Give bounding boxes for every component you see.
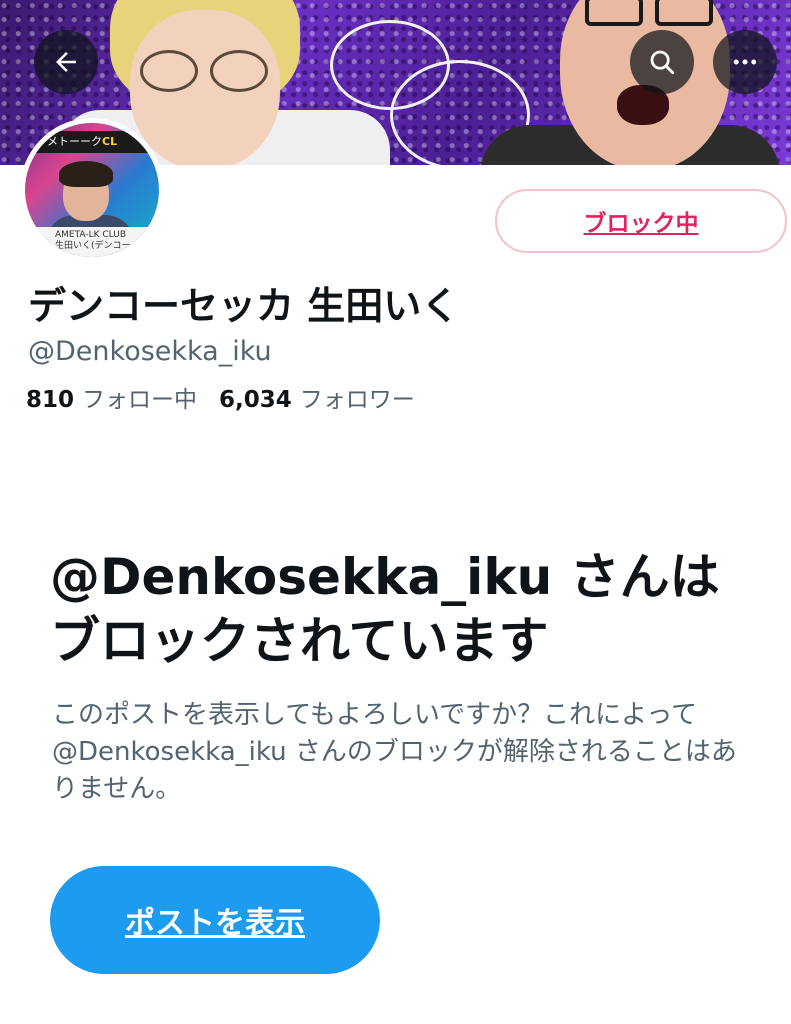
back-button[interactable] xyxy=(34,30,98,94)
blocked-button[interactable]: ブロック中 xyxy=(495,189,787,253)
following-count: 810 xyxy=(26,387,75,413)
avatar-ticker: メトーークCL xyxy=(25,131,159,153)
banner-glasses-left-2 xyxy=(585,0,643,26)
banner-glasses-right xyxy=(210,50,268,92)
following-link[interactable]: 810 フォロー中 xyxy=(26,380,197,414)
more-button[interactable] xyxy=(713,30,777,94)
user-handle: @Denkosekka_iku xyxy=(28,336,272,367)
followers-count: 6,034 xyxy=(219,387,292,413)
arrow-left-icon xyxy=(56,52,76,72)
more-horizontal-icon xyxy=(733,59,757,65)
search-button[interactable] xyxy=(630,30,694,94)
avatar[interactable]: メトーークCL AMETA-LK CLUB 生田いく(デンコー xyxy=(20,118,164,262)
followers-label: フォロワー xyxy=(299,387,415,413)
avatar-figure-hair xyxy=(59,161,113,187)
profile-page: メトーークCL AMETA-LK CLUB 生田いく(デンコー ブロック中 デン… xyxy=(0,0,791,1024)
show-posts-button[interactable]: ポストを表示 xyxy=(50,866,380,974)
banner-glasses-right-2 xyxy=(655,0,713,26)
display-name: デンコーセッカ 生田いく xyxy=(28,284,460,328)
blocked-heading: @Denkosekka_iku さんはブロックされています xyxy=(50,548,720,670)
following-label: フォロー中 xyxy=(82,387,198,413)
blocked-description: このポストを表示してもよろしいですか？これによって @Denkosekka_ik… xyxy=(52,700,737,804)
search-icon xyxy=(650,50,675,75)
followers-link[interactable]: 6,034 フォロワー xyxy=(219,380,415,414)
avatar-caption: AMETA-LK CLUB 生田いく(デンコー xyxy=(25,227,159,257)
banner-glasses-left xyxy=(140,50,198,92)
follow-stats: 810 フォロー中 6,034 フォロワー xyxy=(26,380,415,414)
